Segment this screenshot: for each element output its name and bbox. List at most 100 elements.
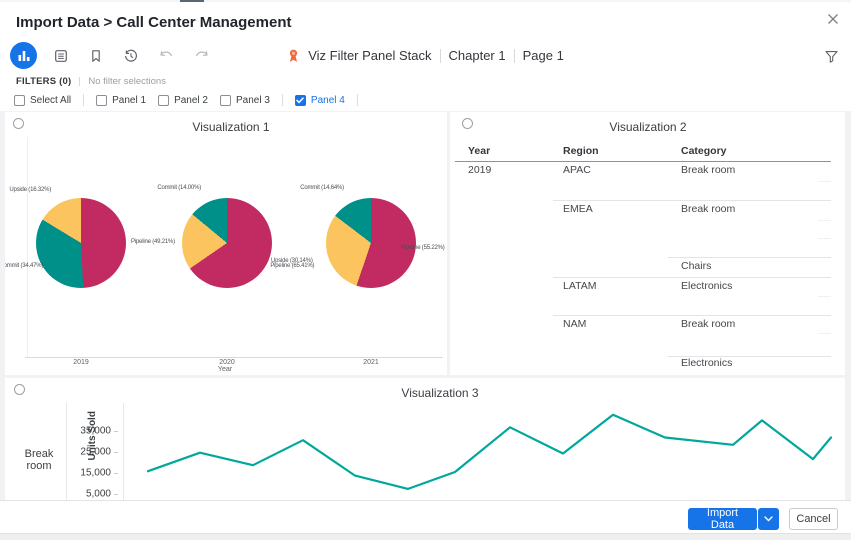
year-tick: 2021 xyxy=(363,359,379,366)
close-button[interactable] xyxy=(822,8,844,30)
details-list-icon xyxy=(53,48,69,64)
year-tick: 2020 xyxy=(219,359,235,366)
table-separator-line xyxy=(668,257,831,258)
checkbox-checked-icon[interactable] xyxy=(295,95,306,106)
table-cell: NAM xyxy=(563,318,586,330)
panel-checkbox-item-panel-1[interactable]: Panel 1 xyxy=(96,95,146,106)
table-header-category: Category xyxy=(681,145,727,157)
viz1-card: Visualization 1 Year Pipeline (49.21%) Co… xyxy=(5,112,447,375)
pie-chart-2020[interactable] xyxy=(182,198,272,288)
dialog-header: Import Data > Call Center Management xyxy=(0,2,851,38)
import-options-button[interactable] xyxy=(758,508,779,530)
redo-icon xyxy=(193,49,210,63)
filters-hint: No filter selections xyxy=(88,76,166,87)
panel-checkbox-label: Panel 4 xyxy=(311,95,345,106)
checkbox-icon[interactable] xyxy=(220,95,231,106)
table-cell: Electronics xyxy=(681,280,732,292)
table-cell: Break room xyxy=(681,203,735,215)
table-cell: Break room xyxy=(681,164,735,176)
viz1-x-axis-label: Year xyxy=(218,366,232,373)
history-button[interactable] xyxy=(120,45,142,67)
dialog-title: Import Data > Call Center Management xyxy=(16,14,291,31)
title-separator xyxy=(514,49,515,63)
filters-separator xyxy=(79,77,80,86)
viz3-card: Visualization 3 Break room Units Sold 35… xyxy=(5,378,845,500)
undo-button[interactable] xyxy=(155,45,177,67)
bookmark-icon xyxy=(88,48,104,64)
toolbar: Viz Filter Panel Stack Chapter 1 Page 1 xyxy=(0,38,851,74)
table-separator-line xyxy=(455,161,831,162)
table-cell: APAC xyxy=(563,164,591,176)
panel-select-radio[interactable] xyxy=(13,118,24,129)
panel-checkbox-label: Panel 3 xyxy=(236,95,270,106)
table-cell: 2019 xyxy=(468,164,491,176)
ribbon-icon xyxy=(287,48,300,64)
cancel-button[interactable]: Cancel xyxy=(789,508,838,530)
chapter-label: Chapter 1 xyxy=(449,48,506,63)
table-cell: EMEA xyxy=(563,203,593,215)
table-separator-line xyxy=(553,277,831,278)
table-header-region: Region xyxy=(563,145,599,157)
history-icon xyxy=(123,48,139,64)
table-cell: Break room xyxy=(681,318,735,330)
content-area: Visualization 1 Year Pipeline (49.21%) Co… xyxy=(0,111,851,500)
panel-select-radio[interactable] xyxy=(462,118,473,129)
viz2-title: Visualization 2 xyxy=(609,120,686,134)
title-separator xyxy=(440,49,441,63)
panel-bar-divider xyxy=(282,94,283,106)
panel-checkbox-item-panel-3[interactable]: Panel 3 xyxy=(220,95,270,106)
pie-slice-label: Commit (14.64%) xyxy=(300,185,344,191)
table-cell: Chairs xyxy=(681,260,711,272)
pie-slice-label: Commit (34.47%) xyxy=(5,263,43,269)
filters-bar: FILTERS (0) No filter selections xyxy=(0,73,851,90)
details-list-button[interactable] xyxy=(50,45,72,67)
table-separator-line xyxy=(553,200,831,201)
pie-chart-2021[interactable] xyxy=(326,198,416,288)
panel-bar-divider xyxy=(83,94,84,106)
bar-chart-icon xyxy=(17,49,31,63)
panel-checkbox-item-select-all[interactable]: Select All xyxy=(14,95,71,106)
chevron-down-icon xyxy=(764,516,773,522)
filter-funnel-icon xyxy=(824,49,839,64)
bookmark-button[interactable] xyxy=(85,45,107,67)
panel-checkbox-item-panel-4[interactable]: Panel 4 xyxy=(295,95,345,106)
panel-checkbox-bar: Select All Panel 1 Panel 2 Panel 3 Panel 4 xyxy=(0,89,851,111)
panel-checkbox-item-panel-2[interactable]: Panel 2 xyxy=(158,95,208,106)
page-stack-title: Viz Filter Panel Stack xyxy=(308,48,431,63)
checkbox-icon[interactable] xyxy=(96,95,107,106)
undo-icon xyxy=(158,49,175,63)
redo-button[interactable] xyxy=(190,45,212,67)
panel-checkbox-label: Panel 2 xyxy=(174,95,208,106)
viz1-y-axis-line xyxy=(27,137,28,357)
visualizations-button[interactable] xyxy=(10,42,37,69)
pie-slice-label: Commit (14.00%) xyxy=(157,185,201,191)
filters-count-label: FILTERS (0) xyxy=(16,76,71,87)
table-separator-line xyxy=(553,315,831,316)
viz1-x-axis-line xyxy=(25,357,443,358)
table-separator-line xyxy=(818,238,831,239)
pie-slice-label: Upside (16.32%) xyxy=(9,187,51,193)
checkbox-icon[interactable] xyxy=(158,95,169,106)
table-header-year: Year xyxy=(468,145,490,157)
pie-slice-label: Pipeline (49.21%) xyxy=(131,239,175,245)
page-label: Page 1 xyxy=(523,48,564,63)
table-cell: Electronics xyxy=(681,357,732,369)
panel-checkbox-label: Select All xyxy=(30,95,71,106)
year-tick: 2019 xyxy=(73,359,89,366)
panel-checkbox-label: Panel 1 xyxy=(112,95,146,106)
table-separator-line xyxy=(818,333,831,334)
table-separator-line xyxy=(818,181,831,182)
pie-slice-label: Upside (30.14%) xyxy=(271,258,313,264)
footer-bar: Import Data Cancel xyxy=(0,500,851,534)
table-separator-line xyxy=(668,356,831,357)
pie-chart-2019[interactable] xyxy=(36,198,126,288)
pie-slice-label: Pipeline (55.22%) xyxy=(401,245,445,251)
filter-funnel-button[interactable] xyxy=(820,45,842,67)
table-separator-line xyxy=(818,296,831,297)
table-cell: LATAM xyxy=(563,280,596,292)
units-sold-line-chart xyxy=(5,378,845,500)
import-data-button[interactable]: Import Data xyxy=(688,508,757,530)
checkbox-icon[interactable] xyxy=(14,95,25,106)
viz2-card: Visualization 2 Year Region Category 2019 AP… xyxy=(450,112,845,375)
viz1-title: Visualization 1 xyxy=(192,120,269,134)
